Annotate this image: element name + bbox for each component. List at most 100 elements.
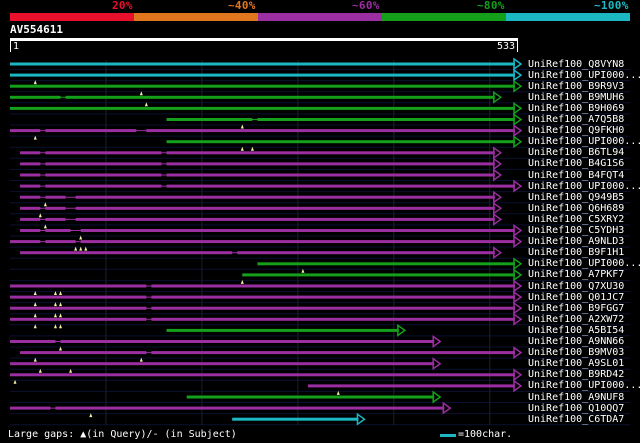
hit-segment — [166, 184, 516, 188]
hit-row[interactable] — [20, 179, 523, 193]
hit-label[interactable]: UniRef100_Q01JC7 — [528, 292, 624, 303]
hit-arrowhead — [513, 290, 523, 304]
hit-label[interactable]: UniRef100_B4G1S6 — [528, 158, 624, 169]
hit-label[interactable]: UniRef100_UPI000... — [528, 380, 640, 391]
hit-segment — [10, 306, 147, 310]
hit-segment — [45, 195, 66, 199]
hit-segment — [151, 284, 515, 288]
hit-row[interactable] — [10, 368, 523, 384]
hit-row[interactable] — [166, 135, 523, 151]
hit-label[interactable]: UniRef100_A2XW72 — [528, 314, 624, 325]
hit-arrowhead — [513, 346, 523, 360]
hit-segment — [10, 129, 41, 133]
hit-row[interactable] — [20, 146, 503, 160]
hit-label[interactable]: UniRef100_B9H069 — [528, 103, 624, 114]
hit-segment — [20, 173, 41, 177]
hit-label[interactable]: UniRef100_B9MUH6 — [528, 92, 624, 103]
hit-segment — [20, 184, 41, 188]
hit-segment — [186, 395, 435, 399]
hit-label[interactable]: UniRef100_C5XRY2 — [528, 214, 624, 225]
hit-label[interactable]: UniRef100_A5BI54 — [528, 325, 624, 336]
hit-row[interactable] — [10, 357, 442, 373]
hit-label[interactable]: UniRef100_Q6H689 — [528, 203, 624, 214]
hit-arrowhead — [493, 157, 503, 171]
hit-segment — [45, 184, 162, 188]
hit-label[interactable]: UniRef100_UPI000... — [528, 258, 640, 269]
hit-row[interactable] — [20, 201, 503, 218]
hit-row[interactable] — [20, 212, 503, 229]
hit-segment — [65, 95, 495, 99]
hit-row[interactable] — [257, 257, 523, 273]
hit-label[interactable]: UniRef100_B9RD42 — [528, 369, 624, 380]
hit-segment — [20, 351, 147, 355]
hit-label[interactable]: UniRef100_Q8VYN8 — [528, 59, 624, 70]
hit-row[interactable] — [10, 401, 452, 418]
hit-row[interactable] — [10, 235, 523, 251]
hit-label[interactable]: UniRef100_Q7XU30 — [528, 281, 624, 292]
hit-label[interactable]: UniRef100_A9SL01 — [528, 358, 624, 369]
hit-row[interactable] — [20, 190, 503, 207]
hit-label[interactable]: UniRef100_C5YDH3 — [528, 225, 624, 236]
hit-arrowhead — [493, 190, 503, 204]
hit-arrowhead — [397, 323, 407, 337]
hit-row[interactable] — [20, 168, 503, 182]
hit-label[interactable]: UniRef100_UPI000... — [528, 136, 640, 147]
hit-label[interactable]: UniRef100_B6TL94 — [528, 147, 624, 158]
hit-segment — [166, 162, 495, 166]
hit-label[interactable]: UniRef100_A9NLD3 — [528, 236, 624, 247]
hit-label[interactable]: UniRef100_UPI000... — [528, 70, 640, 81]
hit-label[interactable]: UniRef100_Q9FKH0 — [528, 125, 624, 136]
hit-arrowhead — [513, 68, 523, 82]
hit-label[interactable]: UniRef100_A9NUF8 — [528, 392, 624, 403]
hit-row[interactable] — [20, 246, 503, 260]
hit-row[interactable] — [10, 79, 523, 96]
hit-segment — [10, 106, 515, 110]
hit-segment — [166, 118, 253, 121]
hit-row[interactable] — [10, 312, 523, 329]
hit-row[interactable] — [10, 90, 503, 107]
hit-row[interactable] — [166, 113, 523, 129]
hit-row[interactable] — [240, 268, 523, 284]
hit-row[interactable] — [186, 390, 442, 404]
hit-segment — [10, 84, 515, 88]
hit-row[interactable] — [10, 101, 523, 115]
hit-label[interactable]: UniRef100_Q949B5 — [528, 192, 624, 203]
hit-segment — [10, 62, 515, 66]
hit-label[interactable]: UniRef100_C6TDA7 — [528, 414, 624, 425]
hit-row[interactable] — [10, 124, 523, 140]
hit-row[interactable] — [307, 379, 523, 395]
hit-label[interactable]: UniRef100_Q10QQ7 — [528, 403, 624, 414]
hit-label[interactable]: UniRef100_B9MV03 — [528, 347, 624, 358]
hit-segment — [10, 406, 51, 410]
hit-segment — [10, 373, 515, 377]
hit-row[interactable] — [20, 157, 503, 171]
hit-row[interactable] — [10, 279, 523, 295]
hit-arrowhead — [513, 379, 523, 393]
hit-label[interactable]: UniRef100_UPI000... — [528, 181, 640, 192]
hit-row[interactable] — [10, 335, 442, 351]
hit-segment — [242, 273, 516, 277]
hit-label[interactable]: UniRef100_A7PKF7 — [528, 269, 624, 280]
hit-segment — [232, 417, 359, 421]
hit-row[interactable] — [10, 68, 523, 85]
hit-label[interactable]: UniRef100_B4FQT4 — [528, 170, 624, 181]
hit-segment — [146, 129, 515, 133]
hit-row[interactable] — [20, 346, 523, 362]
hit-label[interactable]: UniRef100_A7Q5B8 — [528, 114, 624, 125]
hit-segment — [75, 217, 495, 221]
hit-segment — [151, 317, 515, 321]
hit-arrowhead — [513, 368, 523, 382]
hit-label[interactable]: UniRef100_B9F1H1 — [528, 247, 624, 258]
hit-arrowhead — [513, 79, 523, 93]
hit-arrowhead — [493, 90, 503, 104]
hit-label[interactable]: UniRef100_B9R9V3 — [528, 81, 624, 92]
hit-segment — [45, 229, 71, 232]
hit-row[interactable] — [10, 57, 523, 71]
hit-row[interactable] — [10, 290, 523, 307]
hit-arrowhead — [513, 268, 523, 282]
hit-segment — [237, 251, 495, 255]
hit-label[interactable]: UniRef100_A9NN66 — [528, 336, 624, 347]
hit-label[interactable]: UniRef100_B9FGG7 — [528, 303, 624, 314]
hit-row[interactable] — [20, 224, 523, 240]
hit-row[interactable] — [10, 301, 523, 318]
